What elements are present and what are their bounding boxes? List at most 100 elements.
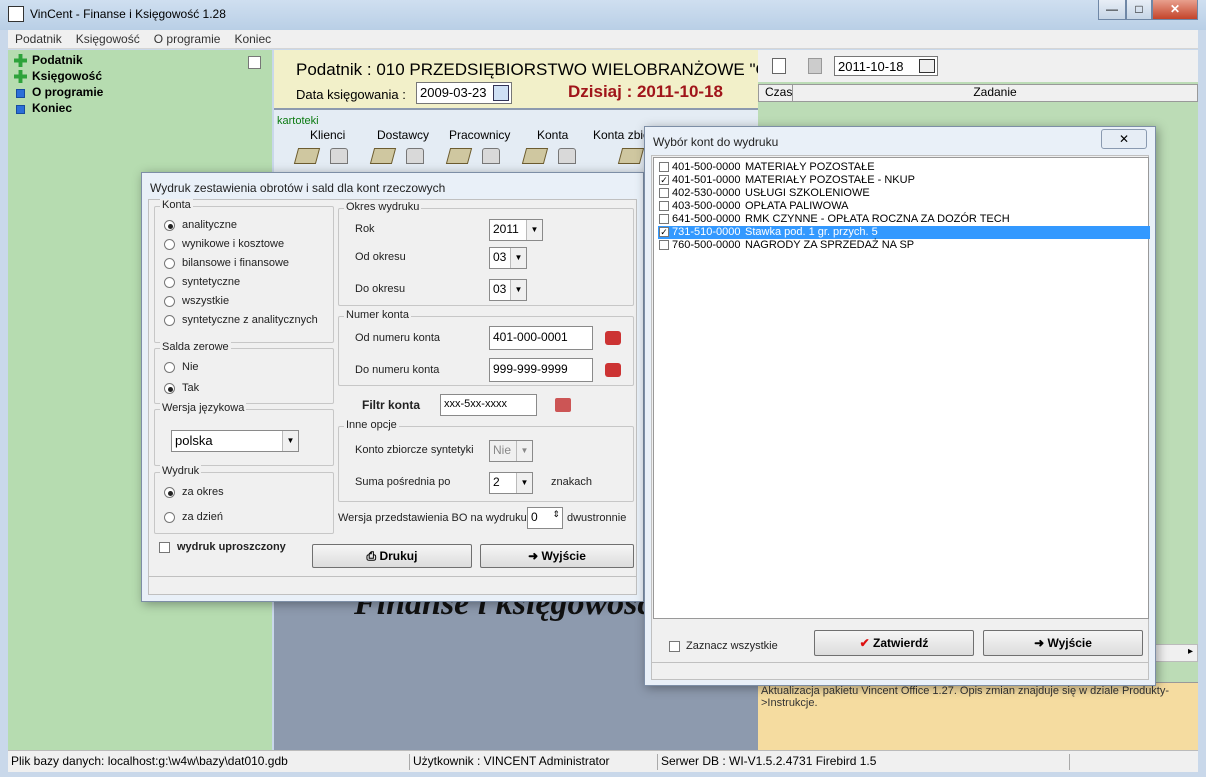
col-czas[interactable]: Czas — [759, 85, 793, 101]
radio-wydruk-option[interactable] — [164, 512, 175, 523]
chevron-down-icon[interactable]: ▼ — [516, 473, 532, 493]
spin-icon[interactable]: ⇕ — [552, 509, 560, 520]
radio-konta-label[interactable]: syntetyczne — [182, 276, 240, 288]
account-list[interactable]: 401-500-0000 MATERIAŁY POZOSTAŁE ✓ 401-501-… — [653, 157, 1150, 619]
filter-input[interactable]: xxx-5xx-xxxx — [440, 394, 537, 416]
account-checkbox[interactable]: ✓ — [659, 227, 669, 237]
language-select[interactable]: polska ▼ — [171, 430, 299, 452]
account-checkbox[interactable] — [659, 240, 669, 250]
calendar-icon[interactable] — [919, 59, 935, 73]
account-row[interactable]: 760-500-0000 NAGRODY ZA SPRZEDAŻ NA SP — [658, 239, 1150, 252]
to-period-select[interactable]: 03 ▼ — [489, 279, 527, 301]
exit-button[interactable]: ➜ Wyjście — [480, 544, 634, 568]
account-checkbox[interactable] — [659, 201, 669, 211]
scroll-right-icon[interactable]: ▸ — [1188, 646, 1193, 657]
account-checkbox[interactable] — [659, 188, 669, 198]
nav-item-o-programie[interactable]: O programie — [12, 85, 103, 101]
chevron-down-icon[interactable]: ▼ — [510, 280, 526, 300]
zbiorcze-select[interactable]: Nie ▼ — [489, 440, 533, 462]
tab-klienci[interactable]: Klienci — [310, 128, 345, 142]
printer-icon[interactable] — [330, 148, 348, 164]
window-title-bar[interactable]: VinCent - Finanse i Księgowość 1.28 — □ … — [0, 0, 1206, 30]
col-zadanie[interactable]: Zadanie — [793, 85, 1197, 101]
radio-salda-label[interactable]: Tak — [182, 382, 199, 394]
menu-o-programie[interactable]: O programie — [147, 30, 228, 46]
printer-icon[interactable] — [558, 148, 576, 164]
radio-konta-label[interactable]: wszystkie — [182, 295, 229, 307]
account-checkbox[interactable] — [659, 162, 669, 172]
cards-icon[interactable] — [521, 148, 549, 164]
radio-konta-option[interactable] — [164, 296, 175, 307]
trash-icon[interactable] — [808, 58, 822, 74]
maximize-button[interactable]: □ — [1126, 0, 1152, 20]
close-button[interactable]: ✕ — [1152, 0, 1198, 20]
radio-konta-label[interactable]: syntetyczne z analitycznych — [182, 314, 318, 326]
account-checkbox[interactable] — [659, 214, 669, 224]
radio-konta-option[interactable] — [164, 277, 175, 288]
year-select[interactable]: 2011 ▼ — [489, 219, 543, 241]
panel-pin-checkbox[interactable] — [248, 56, 261, 69]
menu-ksiegowosc[interactable]: Księgowość — [69, 30, 147, 46]
radio-konta-label[interactable]: bilansowe i finansowe — [182, 257, 289, 269]
account-row[interactable]: 641-500-0000 RMK CZYNNE - OPŁATA ROCZNA Z… — [658, 213, 1150, 226]
to-account-input[interactable]: 999-999-9999 — [489, 358, 593, 382]
account-lookup-icon[interactable] — [605, 331, 621, 345]
cards-icon[interactable] — [293, 148, 321, 164]
chevron-down-icon[interactable]: ▼ — [526, 220, 542, 240]
bo-spinner[interactable]: 0 ⇕ — [527, 507, 563, 529]
radio-konta-option[interactable] — [164, 239, 175, 250]
task-date-field[interactable]: 2011-10-18 — [834, 56, 938, 76]
suma-select[interactable]: 2 ▼ — [489, 472, 533, 494]
filter-icon[interactable] — [555, 398, 571, 412]
from-period-select[interactable]: 03 ▼ — [489, 247, 527, 269]
chevron-down-icon[interactable]: ▼ — [282, 431, 298, 451]
select-all-checkbox[interactable] — [669, 641, 680, 652]
menu-koniec[interactable]: Koniec — [227, 30, 278, 46]
tab-pracownicy[interactable]: Pracownicy — [449, 128, 510, 142]
minimize-button[interactable]: — — [1098, 0, 1126, 20]
zbiorcze-value: Nie — [493, 443, 512, 457]
radio-konta-option[interactable] — [164, 315, 175, 326]
menu-podatnik[interactable]: Podatnik — [8, 30, 69, 46]
radio-konta-option[interactable] — [164, 220, 175, 231]
new-task-icon[interactable] — [772, 58, 786, 74]
nav-item-ksiegowosc[interactable]: Księgowość — [12, 69, 102, 85]
cards-icon[interactable] — [445, 148, 473, 164]
nav-item-podatnik[interactable]: Podatnik — [12, 53, 83, 69]
simplified-print-checkbox[interactable] — [159, 542, 170, 553]
radio-wydruk-label[interactable]: za dzień — [182, 511, 223, 523]
account-lookup-icon[interactable] — [605, 363, 621, 377]
cards-icon[interactable] — [369, 148, 397, 164]
confirm-button[interactable]: ✔ Zatwierdź — [814, 630, 974, 656]
account-checkbox[interactable]: ✓ — [659, 175, 669, 185]
account-row[interactable]: 403-500-0000 OPŁATA PALIWOWA — [658, 200, 1150, 213]
accounts-exit-button[interactable]: ➜ Wyjście — [983, 630, 1143, 656]
radio-salda-option[interactable] — [164, 362, 175, 373]
close-icon[interactable]: ✕ — [1101, 129, 1147, 149]
account-row[interactable]: 402-530-0000 USŁUGI SZKOLENIOWE — [658, 187, 1150, 200]
account-row[interactable]: ✓ 401-501-0000 MATERIAŁY POZOSTAŁE - NKUP — [658, 174, 1150, 187]
radio-konta-label[interactable]: analityczne — [182, 219, 237, 231]
chevron-down-icon[interactable]: ▼ — [516, 441, 532, 461]
tab-konta[interactable]: Konta — [537, 128, 568, 142]
tab-dostawcy[interactable]: Dostawcy — [377, 128, 429, 142]
radio-konta-option[interactable] — [164, 258, 175, 269]
radio-salda-option[interactable] — [164, 383, 175, 394]
cards-icon[interactable] — [617, 148, 645, 164]
from-account-input[interactable]: 401-000-0001 — [489, 326, 593, 350]
tab-konta-zbiorcze[interactable]: Konta zbio — [593, 128, 650, 142]
printer-icon[interactable] — [406, 148, 424, 164]
radio-salda-label[interactable]: Nie — [182, 361, 199, 373]
account-row[interactable]: 401-500-0000 MATERIAŁY POZOSTAŁE — [658, 161, 1150, 174]
print-button[interactable]: ⎙ Drukuj — [312, 544, 472, 568]
account-code: 403-500-0000 — [672, 200, 741, 212]
radio-wydruk-option[interactable] — [164, 487, 175, 498]
account-row[interactable]: ✓ 731-510-0000 Stawka pod. 1 gr. przych. 5 — [658, 226, 1150, 239]
radio-wydruk-label[interactable]: za okres — [182, 486, 224, 498]
printer-icon[interactable] — [482, 148, 500, 164]
booking-date-field[interactable]: 2009-03-23 — [416, 82, 512, 104]
calendar-icon[interactable] — [493, 85, 509, 101]
radio-konta-label[interactable]: wynikowe i kosztowe — [182, 238, 284, 250]
nav-item-koniec[interactable]: Koniec — [12, 101, 72, 117]
chevron-down-icon[interactable]: ▼ — [510, 248, 526, 268]
